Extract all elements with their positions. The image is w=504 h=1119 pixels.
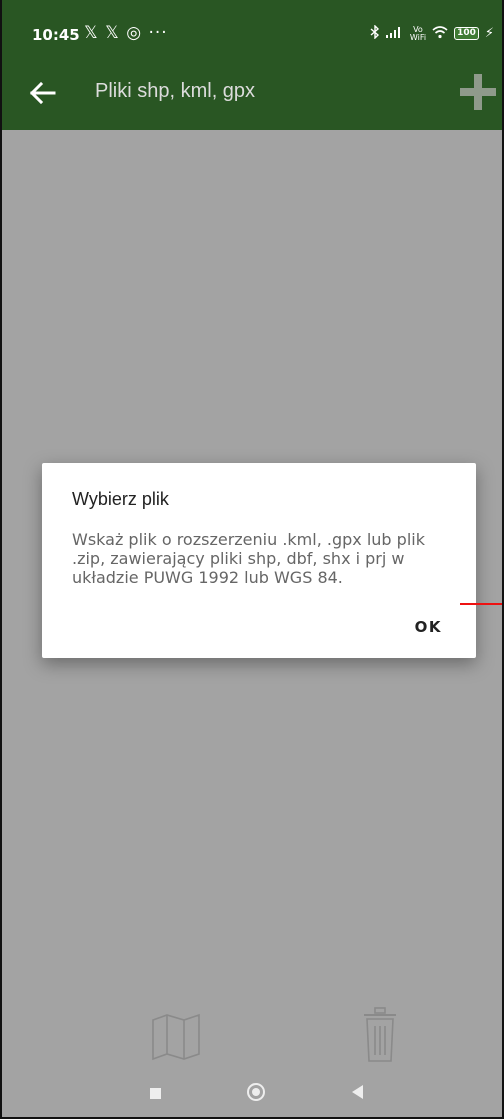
trash-icon[interactable]: [362, 1006, 398, 1064]
home-dot: [252, 1088, 260, 1096]
home-circle-icon[interactable]: [247, 1083, 265, 1101]
dialog-ok-button[interactable]: OK: [415, 618, 442, 636]
map-icon[interactable]: [151, 1012, 201, 1062]
wifi-calling-icon: Vo WiFi: [409, 24, 427, 42]
back-triangle-icon[interactable]: [352, 1085, 363, 1099]
notification-icons: 𝕏 𝕏 ◎ ···: [84, 23, 168, 43]
red-indicator-line: [460, 603, 504, 605]
bluetooth-icon: [370, 24, 380, 42]
dialog-title: Wybierz plik: [72, 489, 169, 509]
app-toolbar: Pliki shp, kml, gpx: [0, 62, 504, 130]
charging-icon: ⚡: [484, 26, 494, 41]
status-bar: 10:45 𝕏 𝕏 ◎ ··· Vo WiFi 100 ⚡: [0, 0, 504, 62]
status-right-icons: Vo WiFi 100 ⚡: [370, 24, 494, 42]
wifi-icon: [432, 25, 448, 42]
signal-icon: [385, 26, 404, 41]
system-nav-bar: [0, 1075, 504, 1119]
toolbar-title: Pliki shp, kml, gpx: [95, 80, 256, 102]
status-time: 10:45: [32, 26, 80, 44]
add-plus-icon[interactable]: [456, 70, 500, 114]
dialog-message: Wskaż plik o rozszerzeniu .kml, .gpx lub…: [72, 530, 425, 587]
back-arrow-icon[interactable]: [28, 78, 58, 108]
recents-square-icon[interactable]: [150, 1088, 161, 1099]
select-file-dialog: Wybierz plik Wskaż plik o rozszerzeniu .…: [42, 463, 476, 658]
phone-screen: 10:45 𝕏 𝕏 ◎ ··· Vo WiFi 100 ⚡ Pliki shp, …: [0, 0, 504, 1119]
frame-edge-left: [0, 0, 2, 1119]
battery-icon: 100: [454, 27, 479, 40]
